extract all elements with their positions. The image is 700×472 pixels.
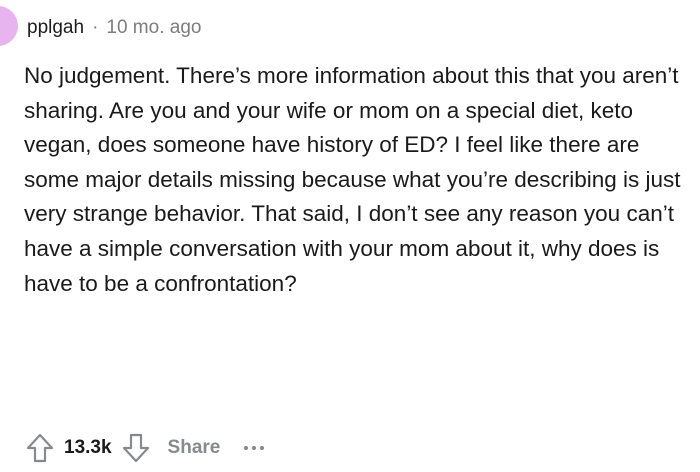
more-dots-icon (244, 446, 249, 450)
comment-text: No judgement. There’s more information a… (24, 63, 681, 296)
comment-timestamp[interactable]: 10 mo. ago (106, 17, 201, 39)
downvote-button[interactable] (118, 430, 154, 466)
more-options-button[interactable] (244, 430, 265, 466)
upvote-button[interactable] (22, 430, 58, 466)
more-dots-icon (252, 446, 257, 450)
avatar[interactable] (0, 6, 18, 46)
meta-separator: · (92, 17, 99, 38)
share-button[interactable]: Share (168, 437, 221, 459)
more-dots-icon (260, 446, 265, 450)
comment-action-bar: 13.3k Share (22, 428, 265, 468)
arrow-down-icon (122, 433, 149, 463)
author-name[interactable]: pplgah (27, 17, 84, 39)
arrow-up-icon (26, 433, 54, 463)
comment-header: pplgah · 10 mo. ago (27, 14, 201, 42)
comment-body: No judgement. There’s more information a… (24, 59, 684, 301)
vote-count: 13.3k (64, 437, 112, 458)
